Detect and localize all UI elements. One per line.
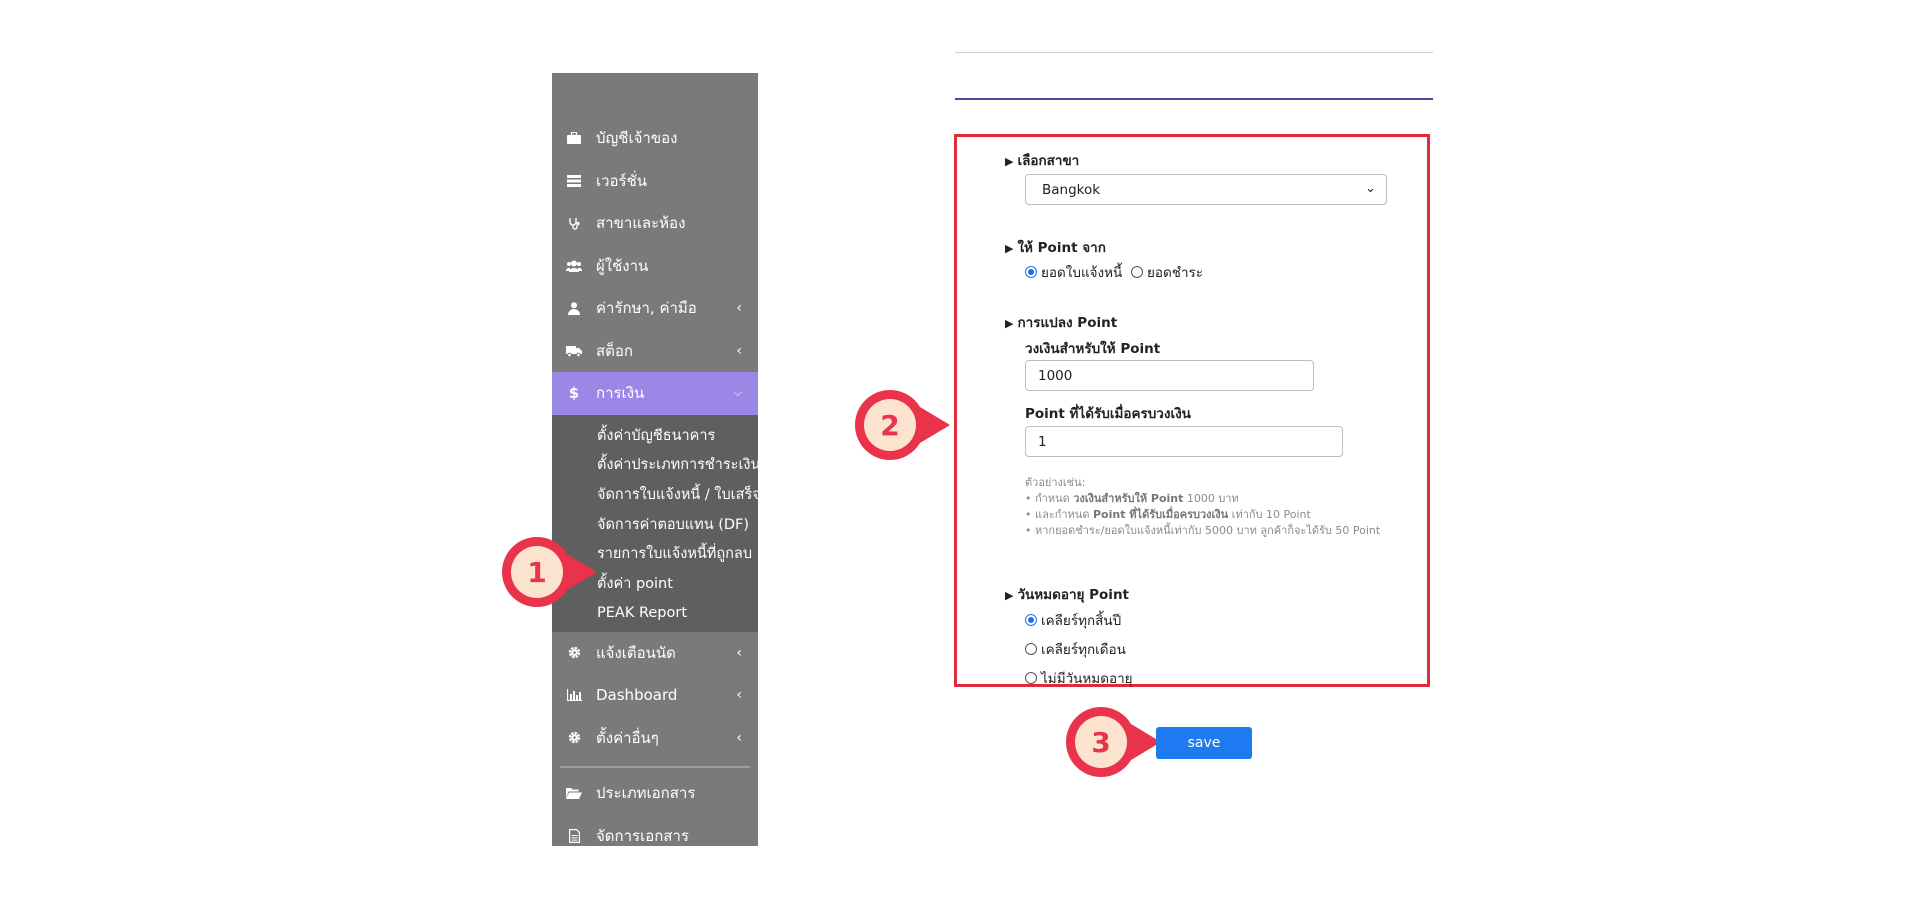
sidebar-item-label: สต็อก [596, 341, 633, 360]
example-text: ตัวอย่างเช่น: • กำหนด วงเงินสำหรับให้ Po… [1025, 476, 1381, 537]
top-divider [955, 52, 1433, 53]
point-source-section-title: ▶ ให้ Point จาก [1005, 240, 1106, 256]
chevron-down-icon: ⌵ [733, 386, 742, 400]
caret-right-icon: ▶ [1005, 317, 1014, 330]
sidebar-menu: บัญชีเจ้าของ เวอร์ชั่น สาขาและห้อง ผู้ใช… [552, 117, 761, 858]
amount-label: วงเงินสำหรับให้ Point [1025, 341, 1161, 357]
truck-icon [566, 343, 582, 359]
sidebar-item-finance[interactable]: $ การเงิน ⌵ [552, 372, 758, 415]
points-input[interactable]: 1 [1025, 426, 1343, 457]
submenu-invoice-receipt-management[interactable]: จัดการใบแจ้งหนี้ / ใบเสร็จ [552, 480, 761, 510]
expiry-monthly-option[interactable]: เคลียร์ทุกเดือน [1025, 638, 1126, 660]
sidebar-item-label: จัดการเอกสาร [596, 826, 689, 845]
bar-chart-icon [566, 687, 582, 703]
branch-section-title: ▶ เลือกสาขา [1005, 153, 1080, 169]
radio-button[interactable] [1025, 266, 1037, 278]
callout-number: 1 [527, 556, 546, 589]
caret-right-icon: ▶ [1005, 155, 1014, 168]
doctor-icon [566, 300, 582, 316]
radio-button[interactable] [1025, 614, 1037, 626]
point-settings-panel: ▶ เลือกสาขา Bangkok ⌄ ▶ ให้ Point จาก ยอดใ… [954, 134, 1430, 687]
submenu-payment-type-settings[interactable]: ตั้งค่าประเภทการชำระเงิน [552, 450, 760, 480]
chevron-left-icon: ‹ [736, 342, 742, 359]
chevron-left-icon: ‹ [736, 300, 742, 317]
chevron-left-icon: ‹ [736, 644, 742, 661]
callout-number: 2 [880, 409, 899, 442]
briefcase-icon [566, 130, 582, 146]
sidebar-item-label: Dashboard [596, 686, 678, 705]
document-icon [566, 828, 582, 844]
chevron-left-icon: ‹ [736, 729, 742, 746]
expiry-none-option[interactable]: ไม่มีวันหมดอายุ [1025, 667, 1133, 689]
callout-step-1: 1 [500, 535, 600, 613]
sidebar-item-treatment-fees[interactable]: ค่ารักษา, ค่ามือ ‹ [552, 287, 758, 330]
sidebar-item-label: ประเภทเอกสาร [596, 784, 696, 803]
sidebar-item-label: การเงิน [596, 384, 645, 403]
chevron-left-icon: ‹ [736, 687, 742, 704]
sidebar-divider [560, 766, 750, 769]
radio-button[interactable] [1025, 643, 1037, 655]
caret-right-icon: ▶ [1005, 242, 1014, 255]
amount-input[interactable]: 1000 [1025, 360, 1314, 391]
points-label: Point ที่ได้รับเมื่อครบวงเงิน [1025, 406, 1191, 422]
sidebar-item-label: ตั้งค่าอื่นๆ [596, 728, 659, 747]
tab-underline [955, 98, 1433, 100]
point-source-payment-option[interactable]: ยอดชำระ [1131, 261, 1203, 283]
save-button[interactable]: save [1156, 727, 1252, 759]
gear-icon [566, 645, 582, 661]
sidebar-item-label: เวอร์ชั่น [596, 171, 648, 190]
chevron-down-icon: ⌄ [1365, 181, 1376, 196]
sidebar-item-owner-account[interactable]: บัญชีเจ้าของ [552, 117, 758, 160]
sidebar-item-label: สาขาและห้อง [596, 214, 686, 233]
stethoscope-icon [566, 215, 582, 231]
point-source-invoice-option[interactable]: ยอดใบแจ้งหนี้ [1025, 261, 1122, 283]
users-icon [566, 258, 582, 274]
sidebar-item-label: ค่ารักษา, ค่ามือ [596, 299, 697, 318]
sidebar-item-label: บัญชีเจ้าของ [596, 129, 678, 148]
expiry-yearly-option[interactable]: เคลียร์ทุกสิ้นปี [1025, 609, 1121, 631]
sidebar-item-users[interactable]: ผู้ใช้งาน [552, 245, 758, 288]
folder-open-icon [566, 785, 582, 801]
list-icon [566, 173, 582, 189]
submenu-bank-account-settings[interactable]: ตั้งค่าบัญชีธนาคาร [552, 421, 758, 451]
caret-right-icon: ▶ [1005, 589, 1014, 602]
sidebar-item-label: ผู้ใช้งาน [596, 256, 649, 275]
sidebar-item-label: แจ้งเตือนนัด [596, 643, 676, 662]
sidebar-item-stock[interactable]: สต็อก ‹ [552, 330, 758, 373]
branch-select[interactable]: Bangkok ⌄ [1025, 174, 1387, 205]
dollar-icon: $ [568, 384, 580, 403]
sidebar-item-document-types[interactable]: ประเภทเอกสาร [552, 772, 758, 815]
sidebar-item-branch-room[interactable]: สาขาและห้อง [552, 202, 758, 245]
sidebar-item-other-settings[interactable]: ตั้งค่าอื่นๆ ‹ [552, 717, 758, 760]
radio-button[interactable] [1131, 266, 1143, 278]
conversion-section-title: ▶ การแปลง Point [1005, 315, 1118, 331]
sidebar-item-appointment-alerts[interactable]: แจ้งเตือนนัด ‹ [552, 632, 758, 675]
sidebar-item-version[interactable]: เวอร์ชั่น [552, 160, 758, 203]
callout-step-3: 3 [1064, 705, 1164, 783]
gear-icon [566, 730, 582, 746]
expiry-section-title: ▶ วันหมดอายุ Point [1005, 587, 1130, 603]
sidebar-item-dashboard[interactable]: Dashboard ‹ [552, 674, 758, 717]
sidebar-item-document-management[interactable]: จัดการเอกสาร [552, 815, 758, 858]
callout-step-2: 2 [853, 388, 953, 466]
radio-button[interactable] [1025, 672, 1037, 684]
callout-number: 3 [1091, 726, 1110, 759]
sidebar: บัญชีเจ้าของ เวอร์ชั่น สาขาและห้อง ผู้ใช… [552, 73, 761, 846]
